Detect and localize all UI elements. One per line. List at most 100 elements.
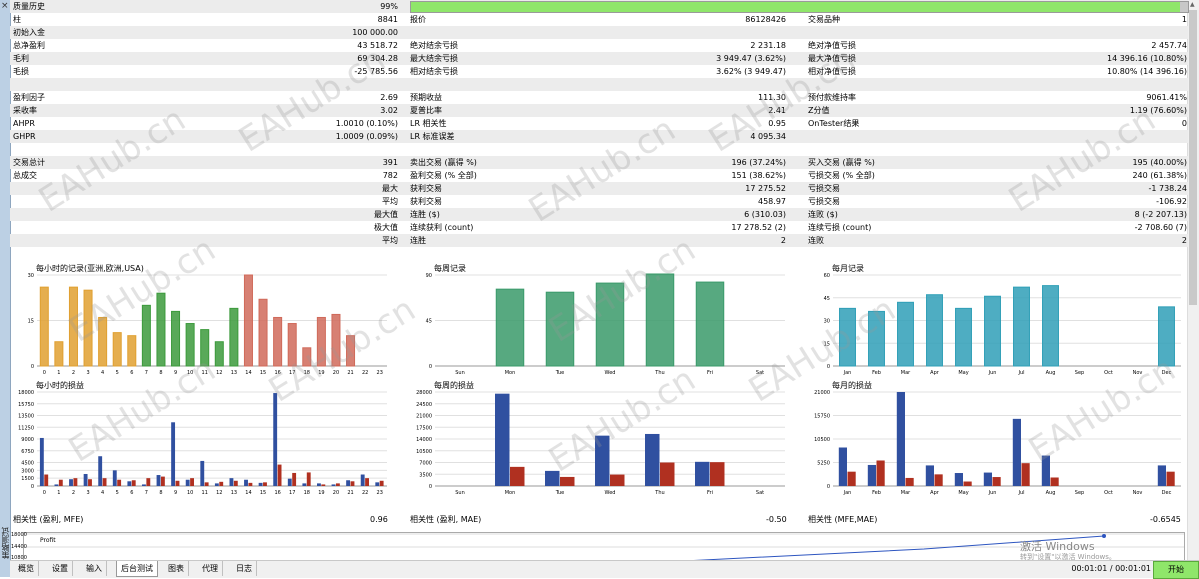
y-tick-label: 30 <box>28 273 34 279</box>
stats-label: 报价 <box>410 15 426 24</box>
bar-series-1 <box>350 481 355 486</box>
bar-series-1 <box>175 480 180 486</box>
corr-label-2: 相关性 (盈利, MAE) <box>410 515 482 524</box>
bar-series-1 <box>263 482 267 486</box>
y-tick-label: 15 <box>824 341 830 347</box>
x-tick-label: Jun <box>988 490 997 496</box>
stats-row: 最大 获利交易 17 275.52 亏损交易 -1 738.24 <box>10 182 1188 195</box>
x-tick-label: 23 <box>377 370 383 376</box>
x-tick-label: 16 <box>274 370 280 376</box>
x-tick-label: 15 <box>260 490 266 496</box>
bar <box>984 295 1001 367</box>
x-tick-label: Fri <box>707 370 713 376</box>
bar-series-0 <box>954 473 963 486</box>
bar-series-0 <box>495 393 510 486</box>
bar <box>495 288 525 367</box>
tab-4[interactable]: 图表 <box>164 561 189 576</box>
stats-label: 预期收益 <box>410 93 442 102</box>
stats-label: GHPR <box>13 132 36 141</box>
tab-6[interactable]: 日志 <box>232 561 257 576</box>
x-tick-label: Jul <box>1017 490 1024 496</box>
y-tick-label: 4500 <box>21 461 34 467</box>
x-tick-label: Sep <box>1075 490 1084 496</box>
y-tick-label: 14000 <box>416 437 432 443</box>
stats-value: 2 457.74 <box>1151 41 1187 50</box>
bar <box>868 310 885 367</box>
stats-value: 1 <box>1181 15 1187 24</box>
scrollbar-thumb[interactable] <box>1189 10 1197 305</box>
tab-3[interactable]: 后台测试 <box>116 561 158 577</box>
stats-value: 1.0009 (0.09%) <box>335 132 398 141</box>
bar-series-1 <box>1021 463 1030 486</box>
bar <box>1013 286 1030 367</box>
tab-0[interactable]: 概览 <box>14 561 39 576</box>
balance-chart-label: Profit <box>40 537 56 544</box>
bar <box>39 286 49 367</box>
quality-bar-fill <box>411 2 1181 12</box>
x-tick-label: Sun <box>455 370 465 376</box>
stats-value: 极大值 <box>374 223 398 232</box>
x-tick-label: Mon <box>505 490 516 496</box>
stats-value: 10.80% (14 396.16) <box>1106 67 1187 76</box>
chart-svg: 0 3500 7000 10500 14000 17500 21000 24500 28000 S… <box>416 390 785 496</box>
tab-2[interactable]: 输入 <box>82 561 107 576</box>
y-tick-label: 5250 <box>817 461 830 467</box>
bar <box>68 286 78 367</box>
x-tick-label: 21 <box>347 490 353 496</box>
y-tick-label: 0 <box>429 484 432 490</box>
start-button[interactable]: 开始 <box>1153 561 1199 579</box>
bar <box>229 307 239 367</box>
bar-series-0 <box>838 447 847 486</box>
chart-svg: 0150030004500675090001125013500157501800… <box>18 390 387 496</box>
x-tick-label: Sep <box>1075 370 1084 376</box>
x-tick-label: 6 <box>130 370 133 376</box>
chart-svg: 0 45 90 Sun Mon Tue Wed Thu Fri Sat <box>426 273 785 376</box>
bar <box>1158 306 1175 367</box>
stats-label: 绝对净值亏损 <box>808 41 856 50</box>
stats-value: 17 275.52 <box>745 184 786 193</box>
x-tick-label: 16 <box>274 490 280 496</box>
x-tick-label: 4 <box>101 490 104 496</box>
x-tick-label: 1 <box>57 370 60 376</box>
x-tick-label: 7 <box>145 370 148 376</box>
bar <box>185 323 195 367</box>
stats-value: 1.0010 (0.10%) <box>335 119 398 128</box>
x-tick-label: 17 <box>289 370 295 376</box>
x-tick-label: 10 <box>187 490 193 496</box>
stats-value: 最大值 <box>374 210 398 219</box>
stats-value: 69 304.28 <box>357 54 398 63</box>
bar-series-0 <box>156 475 161 486</box>
close-icon[interactable]: × <box>1 1 9 11</box>
bar-series-0 <box>375 482 380 486</box>
stats-row: 毛损 -25 785.56 相对结余亏损 3.62% (3 949.47) 相对净值亏损… <box>10 65 1188 78</box>
balance-ytick-1: 18000 <box>11 532 27 538</box>
y-tick-label: 3500 <box>419 472 432 478</box>
stats-label: 采收率 <box>13 106 37 115</box>
bar-series-0 <box>142 484 146 486</box>
tab-1[interactable]: 设置 <box>48 561 73 576</box>
stats-row: 最大值 连胜 ($) 6 (310.03) 连败 ($) 8 (-2 207.13) <box>10 208 1188 221</box>
bar <box>331 313 341 367</box>
stats-row: 平均 获利交易 458.97 亏损交易 -106.92 <box>10 195 1188 208</box>
stats-label: 连胜 <box>410 236 426 245</box>
x-tick-label: 22 <box>362 370 368 376</box>
stats-label: 连胜 ($) <box>410 210 440 219</box>
scroll-up-icon[interactable]: ▲ <box>1190 1 1195 8</box>
stats-label: Z分值 <box>808 106 830 115</box>
stats-value: 391 <box>382 158 398 167</box>
x-tick-label: Thu <box>654 370 664 376</box>
x-tick-label: Feb <box>872 490 881 496</box>
bar-series-0 <box>1157 465 1166 486</box>
bar-series-0 <box>39 437 44 486</box>
stats-value: 2 231.18 <box>750 41 786 50</box>
bar-series-1 <box>365 478 369 486</box>
tab-5[interactable]: 代理 <box>198 561 223 576</box>
bar-series-0 <box>83 473 88 486</box>
x-tick-label: 5 <box>116 370 119 376</box>
stats-value: 1.19 (76.60%) <box>1129 106 1187 115</box>
stats-value: 14 396.16 (10.80%) <box>1106 54 1187 63</box>
stats-label: 最大结余亏损 <box>410 54 458 63</box>
stats-value: -1 738.24 <box>1148 184 1187 193</box>
bar-series-1 <box>277 464 282 486</box>
x-tick-label: May <box>958 370 968 376</box>
